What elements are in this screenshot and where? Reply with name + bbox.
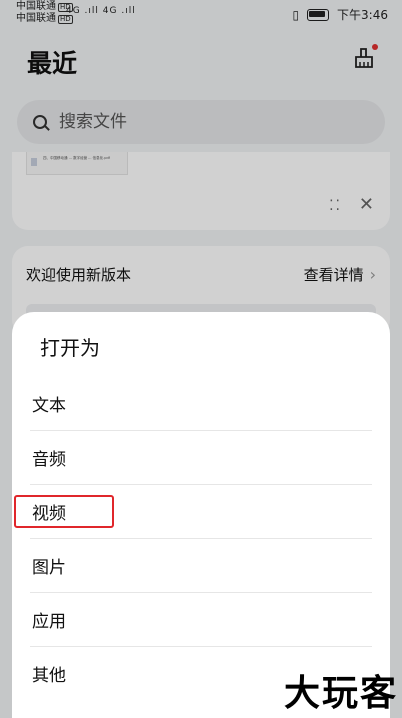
option-label: 图片: [32, 557, 66, 578]
option-label: 音频: [32, 449, 66, 470]
option-label: 其他: [32, 665, 66, 686]
sheet-title: 打开为: [40, 336, 100, 360]
option-label: 应用: [32, 611, 66, 632]
open-as-sheet: 打开为 文本 音频 视频 图片 应用 其他: [12, 312, 390, 718]
option-app[interactable]: 应用: [30, 592, 372, 646]
option-image[interactable]: 图片: [30, 538, 372, 592]
option-label: 文本: [32, 395, 66, 416]
option-audio[interactable]: 音频: [30, 430, 372, 484]
watermark-logo: 大玩客: [283, 673, 398, 714]
option-text[interactable]: 文本: [30, 376, 372, 430]
highlight-box: [14, 495, 114, 528]
